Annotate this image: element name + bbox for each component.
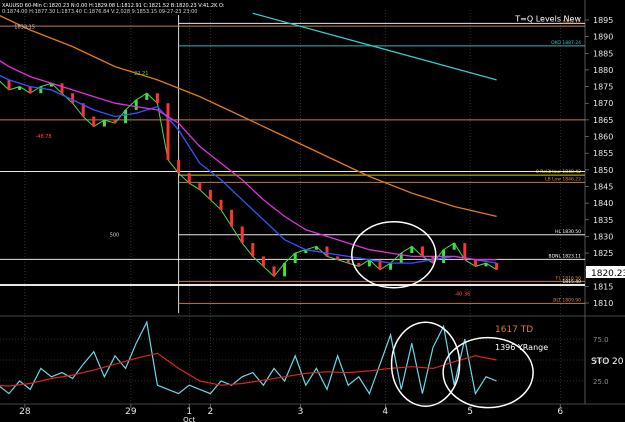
price-bar: [357, 263, 361, 267]
x-tick-label: 3: [298, 407, 304, 417]
price-bar: [177, 159, 181, 174]
osc-tick-label: 25.0: [593, 378, 609, 386]
price-tick-label: 1865: [593, 116, 613, 125]
price-bar: [293, 253, 297, 264]
price-bar: [336, 256, 340, 260]
x-tick-label: 4: [382, 407, 388, 417]
x-tick-label: 29: [125, 407, 137, 417]
level-label: 0 Rel3Hour 1848.42: [536, 169, 581, 175]
price-tick-label: 1875: [593, 83, 613, 92]
price-bar: [145, 93, 149, 100]
price-bar: [18, 86, 22, 90]
price-tick-label: 1815: [593, 282, 613, 291]
annotation: 22.21: [134, 71, 148, 77]
price-bar: [155, 93, 159, 104]
annotation: 500: [110, 232, 120, 238]
annotation: 1833.15: [14, 24, 35, 30]
price-bar: [124, 109, 128, 124]
price-bar: [420, 246, 424, 257]
price-bar: [230, 209, 234, 227]
oscillator-name: STO: [591, 357, 609, 367]
last-price-label: 1820.23: [591, 269, 625, 279]
price-tick-label: 1890: [593, 33, 613, 42]
level-label: BLT 1809.90: [553, 297, 581, 303]
price-bar: [261, 256, 265, 267]
price-bar: [389, 263, 393, 270]
price-bar: [240, 226, 244, 244]
price-bar: [208, 189, 212, 200]
trading-chart: T=Q Levels NewOKO 1887.241893.150 Rel3Ho…: [0, 0, 625, 422]
level-label: OKO 1887.24: [551, 40, 581, 46]
price-bar: [251, 243, 255, 257]
price-bar: [134, 99, 138, 110]
price-tick-label: 1810: [593, 299, 613, 308]
price-bar: [92, 116, 96, 127]
price-bar: [28, 86, 32, 94]
price-bar: [473, 259, 477, 267]
level-label: BDNL 1823.11: [549, 253, 582, 259]
level-label: 1815.40: [562, 279, 581, 285]
x-tick-label: 6: [557, 407, 563, 417]
price-bar: [113, 119, 117, 124]
price-tick-label: 1870: [593, 99, 613, 108]
price-bar: [7, 79, 11, 90]
price-bar: [71, 93, 75, 104]
price-bar: [102, 119, 106, 127]
price-bar: [346, 259, 350, 264]
price-bar: [166, 103, 170, 160]
x-tick-label: 2: [208, 407, 214, 417]
price-tick-label: 1895: [593, 16, 613, 25]
price-bar: [325, 246, 329, 257]
price-bar: [495, 263, 499, 270]
month-label: Oct: [183, 416, 195, 422]
price-bar: [187, 173, 191, 184]
price-tick-label: 1880: [593, 66, 613, 75]
annotation: -40.36: [454, 292, 470, 298]
oscillator-value: 20: [612, 357, 624, 367]
price-bar: [219, 199, 223, 210]
level-label: LB Low 1846.22: [545, 176, 581, 182]
x-tick-label: 5: [467, 407, 473, 417]
price-tick-label: 1860: [593, 133, 613, 142]
price-tick-label: 1830: [593, 232, 613, 241]
price-tick-label: 1885: [593, 49, 613, 58]
price-bar: [283, 263, 287, 277]
price-bar: [198, 183, 202, 190]
level-label: HL 1830.50: [555, 229, 581, 235]
price-bar: [272, 266, 276, 277]
price-tick-label: 1840: [593, 199, 613, 208]
price-bar: [410, 246, 414, 254]
price-bar: [463, 243, 467, 260]
annotation: -48.78: [36, 134, 52, 140]
header-line-2: 0:1874.00 H:1877.30 L:1873.40 C:1876.84 …: [2, 9, 197, 15]
price-bar: [367, 259, 371, 267]
price-tick-label: 1855: [593, 149, 613, 158]
osc-tick-label: 75.0: [593, 336, 609, 344]
level-label: 1893.15: [562, 20, 581, 26]
x-tick-label: 28: [19, 407, 31, 417]
yrange-label: 1396 YRange: [495, 343, 548, 352]
td-label: 1617 TD: [495, 325, 533, 335]
price-tick-label: 1845: [593, 182, 613, 191]
price-tick-label: 1850: [593, 166, 613, 175]
price-tick-label: 1825: [593, 249, 613, 258]
price-bar: [452, 243, 456, 250]
price-bar: [314, 246, 318, 250]
price-tick-label: 1835: [593, 216, 613, 225]
price-bar: [484, 263, 488, 267]
price-bar: [60, 83, 64, 94]
